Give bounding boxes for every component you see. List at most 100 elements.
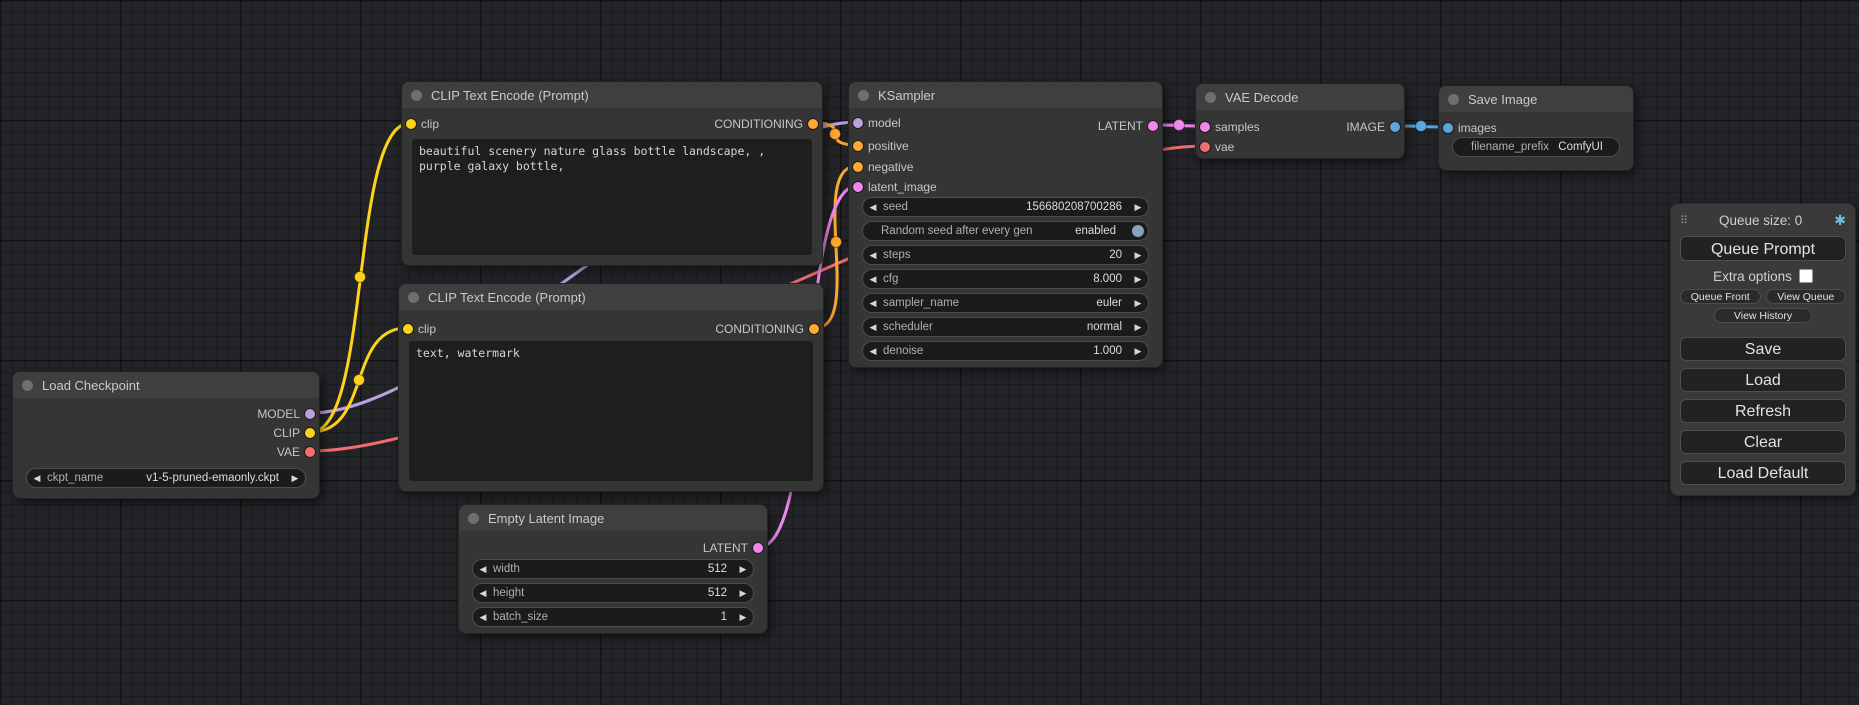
conditioning-port-dot[interactable] (853, 141, 863, 151)
next-arrow-icon[interactable]: ▶ (285, 469, 305, 487)
clip-port-dot[interactable] (406, 119, 416, 129)
next-arrow-icon[interactable]: ▶ (1128, 342, 1148, 360)
drag-handle-icon[interactable]: ⠿ (1680, 214, 1687, 227)
prev-arrow-icon[interactable]: ◀ (473, 560, 493, 578)
load-default-button[interactable]: Load Default (1680, 461, 1846, 485)
ckpt-name-widget[interactable]: ◀ ckpt_name v1-5-pruned-emaonly.ckpt ▶ (26, 468, 306, 488)
collapse-dot-icon[interactable] (22, 380, 33, 391)
next-arrow-icon[interactable]: ▶ (1128, 318, 1148, 336)
node-title-bar[interactable]: Empty Latent Image (459, 505, 767, 531)
next-arrow-icon[interactable]: ▶ (733, 560, 753, 578)
scheduler-widget[interactable]: ◀ scheduler normal ▶ (862, 317, 1149, 337)
port-negative-input[interactable]: negative (849, 158, 913, 176)
collapse-dot-icon[interactable] (1205, 92, 1216, 103)
model-port-dot[interactable] (305, 409, 315, 419)
settings-gear-icon[interactable]: ✱ (1834, 213, 1846, 227)
node-title-bar[interactable]: CLIP Text Encode (Prompt) (399, 284, 823, 310)
next-arrow-icon[interactable]: ▶ (733, 584, 753, 602)
collapse-dot-icon[interactable] (1448, 94, 1459, 105)
port-latent-image-input[interactable]: latent_image (849, 178, 937, 196)
port-images-input[interactable]: images (1439, 119, 1497, 137)
random-seed-toggle-widget[interactable]: Random seed after every gen enabled (862, 221, 1149, 241)
node-clip-text-encode-positive[interactable]: CLIP Text Encode (Prompt) clip CONDITION… (401, 81, 823, 266)
toggle-dot[interactable] (1132, 225, 1144, 237)
model-port-dot[interactable] (853, 118, 863, 128)
port-image-output[interactable]: IMAGE (1346, 118, 1404, 136)
port-model-output[interactable]: MODEL (257, 405, 319, 423)
port-vae-output[interactable]: VAE (277, 443, 319, 461)
next-arrow-icon[interactable]: ▶ (733, 608, 753, 626)
next-arrow-icon[interactable]: ▶ (1128, 270, 1148, 288)
conditioning-port-dot[interactable] (853, 162, 863, 172)
next-arrow-icon[interactable]: ▶ (1128, 294, 1148, 312)
sampler-name-widget[interactable]: ◀ sampler_name euler ▶ (862, 293, 1149, 313)
node-load-checkpoint[interactable]: Load Checkpoint MODEL CLIP VAE ◀ ckpt_na… (12, 371, 320, 499)
clip-port-dot[interactable] (305, 428, 315, 438)
node-clip-text-encode-negative[interactable]: CLIP Text Encode (Prompt) clip CONDITION… (398, 283, 824, 492)
node-title-bar[interactable]: VAE Decode (1196, 84, 1404, 110)
seed-widget[interactable]: ◀ seed 156680208700286 ▶ (862, 197, 1149, 217)
refresh-button[interactable]: Refresh (1680, 399, 1846, 423)
prev-arrow-icon[interactable]: ◀ (863, 294, 883, 312)
load-button[interactable]: Load (1680, 368, 1846, 392)
next-arrow-icon[interactable]: ▶ (1128, 246, 1148, 264)
queue-front-button[interactable]: Queue Front (1680, 289, 1761, 304)
prev-arrow-icon[interactable]: ◀ (473, 608, 493, 626)
next-arrow-icon[interactable]: ▶ (1128, 198, 1148, 216)
node-vae-decode[interactable]: VAE Decode samples vae IMAGE (1195, 83, 1405, 159)
node-title-bar[interactable]: KSampler (849, 82, 1162, 108)
port-clip-output[interactable]: CLIP (273, 424, 319, 442)
prev-arrow-icon[interactable]: ◀ (27, 469, 47, 487)
height-widget[interactable]: ◀ height 512 ▶ (472, 583, 754, 603)
node-title-bar[interactable]: CLIP Text Encode (Prompt) (402, 82, 822, 108)
extra-options-checkbox[interactable] (1799, 269, 1813, 283)
latent-port-dot[interactable] (1200, 122, 1210, 132)
port-clip-input[interactable]: clip (399, 320, 436, 338)
port-latent-output[interactable]: LATENT (703, 539, 767, 557)
collapse-dot-icon[interactable] (408, 292, 419, 303)
latent-port-dot[interactable] (753, 543, 763, 553)
image-port-dot[interactable] (1390, 122, 1400, 132)
port-samples-input[interactable]: samples (1196, 118, 1260, 136)
latent-port-dot[interactable] (853, 182, 863, 192)
collapse-dot-icon[interactable] (411, 90, 422, 101)
filename-prefix-widget[interactable]: filename_prefix ComfyUI (1452, 137, 1620, 157)
prev-arrow-icon[interactable]: ◀ (863, 198, 883, 216)
port-positive-input[interactable]: positive (849, 137, 909, 155)
vae-port-dot[interactable] (1200, 142, 1210, 152)
conditioning-port-dot[interactable] (809, 324, 819, 334)
prev-arrow-icon[interactable]: ◀ (473, 584, 493, 602)
clip-port-dot[interactable] (403, 324, 413, 334)
port-model-input[interactable]: model (849, 114, 901, 132)
view-queue-button[interactable]: View Queue (1766, 289, 1847, 304)
latent-port-dot[interactable] (1148, 121, 1158, 131)
node-title-bar[interactable]: Save Image (1439, 86, 1633, 112)
denoise-widget[interactable]: ◀ denoise 1.000 ▶ (862, 341, 1149, 361)
prev-arrow-icon[interactable]: ◀ (863, 270, 883, 288)
port-vae-input[interactable]: vae (1196, 138, 1234, 156)
node-save-image[interactable]: Save Image images filename_prefix ComfyU… (1438, 85, 1634, 171)
negative-prompt-textarea[interactable]: text, watermark (409, 341, 813, 481)
view-history-button[interactable]: View History (1714, 308, 1812, 323)
cfg-widget[interactable]: ◀ cfg 8.000 ▶ (862, 269, 1149, 289)
port-latent-output[interactable]: LATENT (1098, 117, 1162, 135)
steps-widget[interactable]: ◀ steps 20 ▶ (862, 245, 1149, 265)
image-port-dot[interactable] (1443, 123, 1453, 133)
vae-port-dot[interactable] (305, 447, 315, 457)
width-widget[interactable]: ◀ width 512 ▶ (472, 559, 754, 579)
collapse-dot-icon[interactable] (858, 90, 869, 101)
prev-arrow-icon[interactable]: ◀ (863, 342, 883, 360)
collapse-dot-icon[interactable] (468, 513, 479, 524)
prev-arrow-icon[interactable]: ◀ (863, 246, 883, 264)
port-conditioning-output[interactable]: CONDITIONING (715, 320, 823, 338)
queue-prompt-button[interactable]: Queue Prompt (1680, 236, 1846, 261)
port-clip-input[interactable]: clip (402, 115, 439, 133)
positive-prompt-textarea[interactable]: beautiful scenery nature glass bottle la… (412, 139, 812, 255)
node-ksampler[interactable]: KSampler model positive negative latent_… (848, 81, 1163, 368)
port-conditioning-output[interactable]: CONDITIONING (714, 115, 822, 133)
clear-button[interactable]: Clear (1680, 430, 1846, 454)
node-canvas[interactable]: Load Checkpoint MODEL CLIP VAE ◀ ckpt_na… (0, 0, 1859, 705)
node-empty-latent-image[interactable]: Empty Latent Image LATENT ◀ width 512 ▶ … (458, 504, 768, 634)
conditioning-port-dot[interactable] (808, 119, 818, 129)
prev-arrow-icon[interactable]: ◀ (863, 318, 883, 336)
